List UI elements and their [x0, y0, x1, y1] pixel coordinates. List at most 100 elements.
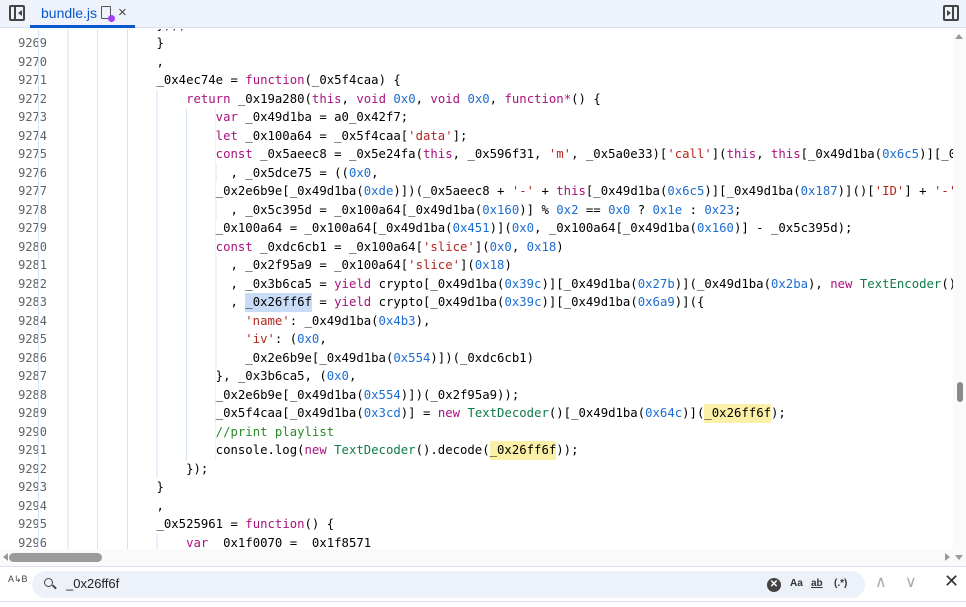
- code-line[interactable]: 9281, _0x2f95a9 = _0x100a64['slice'](0x1…: [0, 256, 953, 275]
- horizontal-scroll-thumb[interactable]: [9, 553, 102, 562]
- code-line[interactable]: 9276, _0x5dce75 = ((0x0,: [0, 163, 953, 182]
- code-token: ): [504, 258, 512, 272]
- code-line[interactable]: 9278, _0x5c395d = _0x100a64[_0x49d1ba(0x…: [0, 200, 953, 219]
- code-token: )] =: [400, 406, 438, 420]
- code-token: () {: [571, 91, 601, 106]
- code-line[interactable]: 9275 const _0x5aeec8 = _0x5e24fa(this, _0…: [0, 145, 953, 164]
- code-token: ,: [415, 91, 431, 106]
- code-token: }: [156, 480, 164, 494]
- code-token: )][_0x49d1ba(: [704, 184, 801, 198]
- code-token: : (: [274, 332, 298, 346]
- code-text: }: [38, 34, 164, 53]
- search-input[interactable]: [66, 576, 666, 591]
- code-token: return: [186, 91, 231, 106]
- code-token: ,: [489, 91, 505, 106]
- code-editor[interactable]: 9268}));9269}9270,9271_0x4ec74e = functi…: [0, 29, 953, 549]
- code-line[interactable]: 9280 const _0xdc6cb1 = _0x100a64['slice']…: [0, 237, 953, 256]
- code-token: ,: [156, 54, 164, 69]
- code-token: 0x0: [393, 91, 416, 106]
- indent-guides: [38, 237, 216, 256]
- code-token: ,: [156, 498, 164, 513]
- close-search-button[interactable]: ✕: [944, 571, 959, 592]
- code-line[interactable]: 9293}: [0, 478, 953, 497]
- code-line[interactable]: 9296 var _0x1f0070 = _0x1f8571: [0, 533, 953, 549]
- code-token: _0x2e6b9e[_0x49d1ba(: [215, 184, 364, 198]
- code-line[interactable]: 9289 _0x5f4caa[_0x49d1ba(0x3cd)] = new Te…: [0, 404, 953, 423]
- code-line[interactable]: 9282, _0x3b6ca5 = yield crypto[_0x49d1ba…: [0, 274, 953, 294]
- code-token: 0x39c: [504, 276, 542, 291]
- code-line[interactable]: 9279 _0x100a64 = _0x100a64[_0x49d1ba(0x45…: [0, 219, 953, 238]
- code-line[interactable]: 9273 var _0x49d1ba = a0_0x42f7;: [0, 108, 953, 127]
- code-line[interactable]: 9284'name': _0x49d1ba(0x4b3),: [0, 311, 953, 330]
- next-match-button[interactable]: ∨: [905, 572, 917, 592]
- code-line[interactable]: 9286 _0x2e6b9e[_0x49d1ba(0x554)])(_0xdc6c…: [0, 348, 953, 367]
- code-line[interactable]: 9294,: [0, 496, 953, 515]
- code-token: )])(_0xdc6cb1): [430, 350, 535, 365]
- indent-guides: [38, 293, 231, 312]
- code-token: )](_0x49d1ba(: [674, 276, 771, 291]
- code-text: 'name': _0x49d1ba(0x4b3),: [38, 311, 431, 330]
- horizontal-scrollbar[interactable]: [0, 549, 953, 566]
- code-line[interactable]: 9291 console.log(new TextDecoder ().decode…: [0, 441, 953, 460]
- code-line[interactable]: 9287}, _0x3b6ca5, (0x0,: [0, 367, 953, 386]
- code-token: , _0x2f95a9 = _0x100a64[: [230, 258, 409, 272]
- code-token: =: [311, 295, 335, 309]
- indent-guides: [38, 367, 216, 386]
- code-line[interactable]: 9274 let _0x100a64 = _0x5f4caa['data'];: [0, 126, 953, 145]
- whole-word-button[interactable]: ab: [811, 578, 823, 589]
- regex-button[interactable]: (.*): [834, 578, 847, 589]
- code-token: ](: [711, 147, 727, 161]
- code-token: () {: [304, 517, 335, 531]
- code-text: }, _0x3b6ca5, (0x0,: [38, 367, 356, 386]
- code-token: new: [437, 406, 461, 420]
- code-token: new: [304, 443, 327, 457]
- code-token: )](: [682, 406, 705, 420]
- code-token: '-': [511, 184, 535, 198]
- code-token: 0x39c: [504, 295, 542, 309]
- code-text: const _0x5aeec8 = _0x5e24fa(this, _0x596…: [38, 145, 953, 164]
- code-line[interactable]: 9271 _0x4ec74e = function (_0x5f4caa) {: [0, 71, 953, 90]
- match-case-button[interactable]: Aa: [790, 578, 803, 589]
- code-token: 0x160: [482, 202, 520, 217]
- code-line[interactable]: 9292});: [0, 459, 953, 478]
- indent-guides: [38, 34, 157, 53]
- clear-search-icon[interactable]: ✕: [767, 578, 781, 592]
- code-text: let _0x100a64 = _0x5f4caa['data'];: [38, 126, 467, 145]
- code-line[interactable]: 9290//print playlist: [0, 422, 953, 441]
- code-line[interactable]: 9295 _0x525961 = function() {: [0, 515, 953, 534]
- code-line[interactable]: 9272 return _0x19a280(this, void 0x0, voi…: [0, 89, 953, 109]
- code-line[interactable]: 9288 _0x2e6b9e[_0x49d1ba(0x554)])(_0x2f95…: [0, 385, 953, 404]
- code-token: ),: [415, 313, 431, 328]
- search-match: _0x26ff6f: [245, 293, 312, 312]
- toggle-navigator-icon[interactable]: [9, 5, 25, 21]
- vertical-scroll-thumb[interactable]: [957, 382, 963, 402]
- code-token: 0x27b: [637, 276, 675, 291]
- code-token: _0x100a64 = _0x5f4caa[: [237, 128, 409, 143]
- tab-bundle-js[interactable]: bundle.js ×: [30, 0, 135, 28]
- code-token: 0x18: [474, 258, 505, 272]
- code-line[interactable]: 9269}: [0, 34, 953, 53]
- indent-guides: [38, 478, 157, 497]
- code-line[interactable]: 9285'iv': (0x0,: [0, 330, 953, 349]
- code-token: crypto[_0x49d1ba(: [371, 295, 505, 309]
- code-line[interactable]: 9283, _0x26ff6f = yield crypto[_0x49d1ba…: [0, 293, 953, 312]
- previous-match-button[interactable]: ∧: [875, 572, 887, 592]
- toggle-sidebar-icon[interactable]: [943, 5, 959, 21]
- code-token: void: [430, 91, 461, 106]
- indent-guides: [38, 71, 157, 90]
- vertical-scrollbar[interactable]: [953, 29, 966, 566]
- code-text: _0x525961 = function() {: [38, 515, 334, 534]
- code-token: '-': [933, 184, 953, 198]
- code-token: :: [682, 202, 705, 217]
- code-token: [_0x49d1ba(: [585, 184, 668, 198]
- code-text: 'iv': (0x0,: [38, 330, 327, 349]
- code-line[interactable]: 9270,: [0, 52, 953, 71]
- code-token: )]()[: [837, 184, 875, 198]
- code-line[interactable]: 9277 _0x2e6b9e[_0x49d1ba(0xde)])(_0x5aeec…: [0, 182, 953, 201]
- close-tab-icon[interactable]: ×: [118, 4, 127, 21]
- code-text: return _0x19a280(this, void 0x0, void 0x…: [38, 89, 601, 109]
- replace-toggle-button[interactable]: A↳B: [8, 574, 28, 584]
- tab-label: bundle.js: [41, 4, 98, 21]
